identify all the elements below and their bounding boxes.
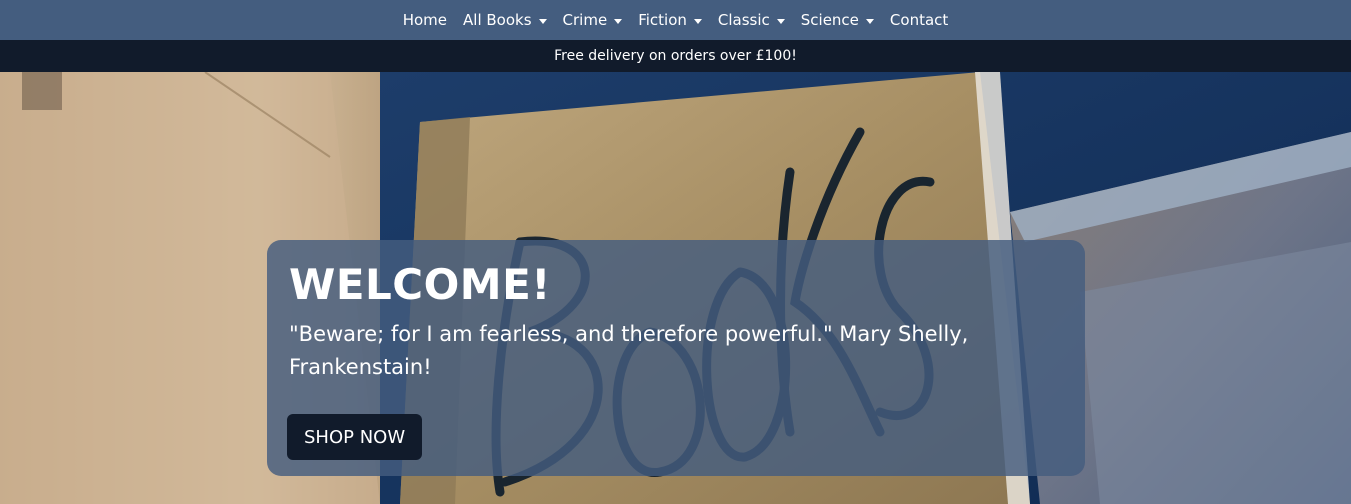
nav-item-home[interactable]: Home <box>395 11 455 29</box>
nav-item-label: Contact <box>889 11 949 29</box>
nav-item-fiction[interactable]: Fiction <box>630 11 710 29</box>
welcome-card: WELCOME! "Beware; for I am fearless, and… <box>267 240 1085 476</box>
caret-down-icon <box>614 18 623 24</box>
nav-item-label: All Books <box>463 11 532 29</box>
main-navbar: Home All Books Crime Fiction Classic Sci… <box>0 0 1351 40</box>
nav-item-science[interactable]: Science <box>793 11 882 29</box>
promo-text: Free delivery on orders over £100! <box>554 48 797 64</box>
hero-section: WELCOME! "Beware; for I am fearless, and… <box>0 72 1351 504</box>
welcome-heading: WELCOME! <box>289 260 551 309</box>
nav-item-classic[interactable]: Classic <box>710 11 793 29</box>
nav-item-label: Science <box>800 11 859 29</box>
shop-now-button[interactable]: SHOP NOW <box>287 414 423 460</box>
caret-down-icon <box>776 18 785 24</box>
nav-item-contact[interactable]: Contact <box>882 11 956 29</box>
nav-item-label: Home <box>402 11 448 29</box>
nav-item-label: Classic <box>717 11 770 29</box>
welcome-quote: "Beware; for I am fearless, and therefor… <box>289 322 969 379</box>
caret-down-icon <box>538 18 547 24</box>
nav-list: Home All Books Crime Fiction Classic Sci… <box>395 11 957 29</box>
nav-item-label: Fiction <box>638 11 687 29</box>
nav-item-label: Crime <box>562 11 608 29</box>
promo-banner: Free delivery on orders over £100! <box>0 40 1351 72</box>
caret-down-icon <box>693 18 702 24</box>
nav-item-all-books[interactable]: All Books <box>455 11 555 29</box>
caret-down-icon <box>865 18 874 24</box>
nav-item-crime[interactable]: Crime <box>555 11 631 29</box>
